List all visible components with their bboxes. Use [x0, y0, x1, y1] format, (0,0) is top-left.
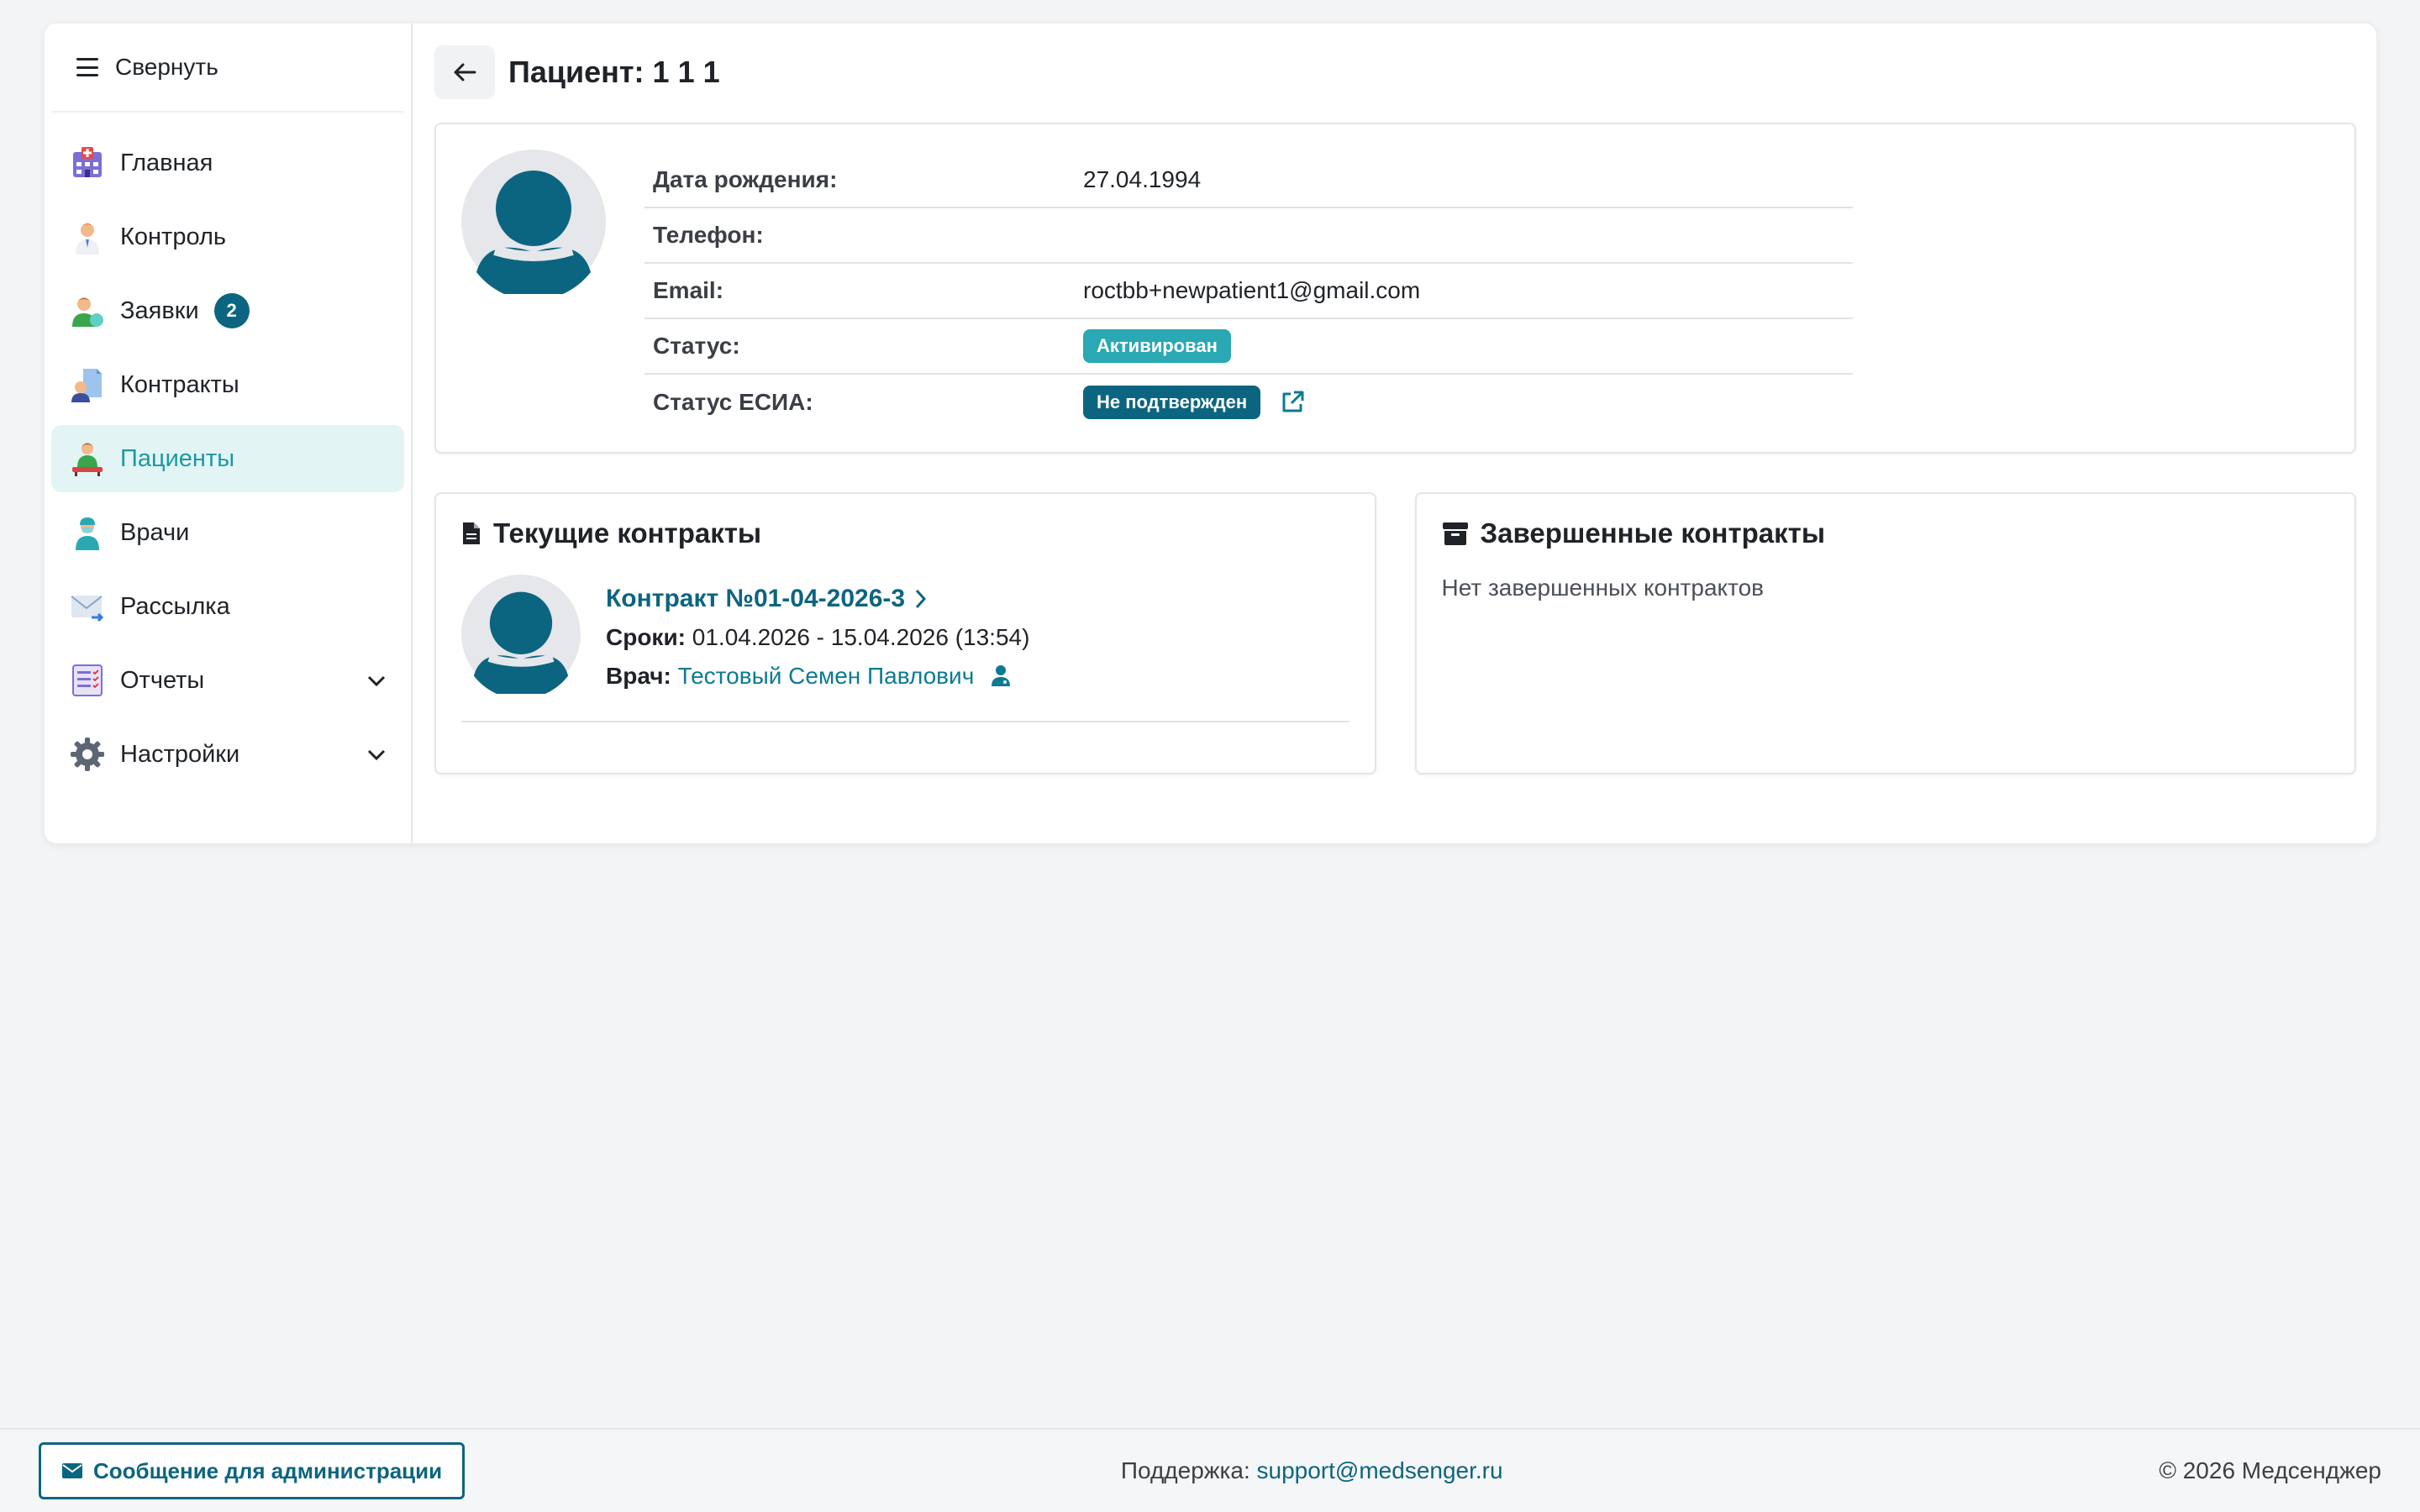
patient-icon: [72, 443, 103, 476]
page-title: Пациент: 1 1 1: [508, 55, 720, 89]
contract-info: Контракт №01-04-2026-3 Сроки: 01.04.2026…: [606, 580, 1029, 696]
contracts-row: Текущие контракты Контракт №01-04-2026-3: [434, 492, 2356, 774]
support-info: Поддержка: support@medsenger.ru: [1121, 1457, 1503, 1484]
sidebar-item-label: Отчеты: [120, 666, 205, 694]
birthdate-value: 27.04.1994: [1083, 166, 1202, 192]
current-contracts-title: Текущие контракты: [461, 517, 1349, 549]
finished-contracts-card: Завершенные контракты Нет завершенных ко…: [1414, 492, 2356, 774]
info-row-email: Email: roctbb+newpatient1@gmail.com: [644, 264, 1853, 319]
chevron-right-icon: [915, 589, 927, 609]
contract-item: Контракт №01-04-2026-3 Сроки: 01.04.2026…: [461, 575, 1349, 722]
sidebar-item-requests[interactable]: Заявки 2: [51, 277, 404, 344]
sidebar-item-reports[interactable]: Отчеты: [51, 647, 404, 714]
hospital-icon: [73, 147, 102, 177]
file-icon: [463, 522, 480, 544]
admin-message-label: Сообщение для администрации: [93, 1457, 443, 1483]
main-content: Пациент: 1 1 1 Дата рождения: 27.04.1994…: [413, 24, 2376, 843]
sidebar-item-mailing[interactable]: Рассылка: [51, 573, 404, 640]
info-row-phone: Телефон:: [644, 208, 1853, 264]
sidebar-item-label: Контракты: [120, 370, 239, 398]
arrow-left-icon: [454, 63, 476, 81]
finished-contracts-title: Завершенные контракты: [1442, 517, 2330, 549]
page-header: Пациент: 1 1 1: [434, 44, 2356, 101]
sidebar-item-home[interactable]: Главная: [51, 129, 404, 197]
sidebar-item-doctors[interactable]: Врачи: [51, 499, 404, 566]
sidebar-item-patients[interactable]: Пациенты: [51, 425, 404, 492]
terms-value: 01.04.2026 - 15.04.2026 (13:54): [692, 624, 1030, 650]
doctor-icon: [76, 223, 99, 255]
requests-icon: [72, 297, 103, 327]
email-value: roctbb+newpatient1@gmail.com: [1083, 277, 1421, 303]
info-row-esia: Статус ЕСИА: Не подтвержден: [644, 375, 1853, 430]
chevron-down-icon[interactable]: [366, 669, 387, 691]
status-value: Активирован: [1083, 328, 1231, 364]
sidebar-item-label: Пациенты: [120, 444, 235, 472]
terms-label: Сроки:: [606, 624, 686, 650]
back-button[interactable]: [434, 45, 495, 99]
contract-doctor: Врач: Тестовый Семен Павлович: [606, 657, 1029, 696]
status-badge: Активирован: [1083, 328, 1231, 364]
sidebar-item-label: Контроль: [120, 223, 226, 250]
support-label: Поддержка:: [1120, 1457, 1250, 1483]
external-link-icon[interactable]: [1279, 389, 1306, 416]
finished-contracts-title-text: Завершенные контракты: [1480, 517, 1826, 549]
info-row-status: Статус: Активирован: [644, 319, 1853, 375]
admin-message-button[interactable]: Сообщение для администрации: [39, 1442, 466, 1499]
contract-terms: Сроки: 01.04.2026 - 15.04.2026 (13:54): [606, 618, 1029, 657]
sidebar: Свернуть Главная Контроль Заявки 2 Контр…: [45, 24, 413, 843]
sidebar-item-label: Врачи: [120, 518, 190, 546]
info-label: Статус:: [653, 333, 740, 359]
support-email-link[interactable]: support@medsenger.ru: [1257, 1457, 1503, 1483]
esia-status-badge: Не подтвержден: [1083, 385, 1261, 420]
info-label: Телефон:: [653, 222, 764, 248]
contract-name: Контракт №01-04-2026-3: [606, 585, 906, 612]
info-label: Дата рождения:: [653, 166, 838, 192]
archive-icon: [1442, 522, 1468, 545]
contract-doc-icon: [71, 369, 102, 402]
collapse-label: Свернуть: [115, 54, 218, 80]
doctor-label: Врач:: [606, 663, 671, 689]
avatar: [461, 575, 581, 694]
medic-icon: [76, 517, 99, 550]
patient-info-card: Дата рождения: 27.04.1994 Телефон: Email…: [434, 123, 2356, 454]
avatar: [461, 150, 606, 294]
sidebar-item-contracts[interactable]: Контракты: [51, 351, 404, 418]
contract-link[interactable]: Контракт №01-04-2026-3: [606, 580, 1029, 618]
sidebar-item-label: Рассылка: [120, 592, 230, 620]
requests-count-badge: 2: [213, 293, 250, 328]
current-contracts-card: Текущие контракты Контракт №01-04-2026-3: [434, 492, 1376, 774]
copyright: © 2026 Медсенджер: [2159, 1457, 2381, 1483]
info-row-birthdate: Дата рождения: 27.04.1994: [644, 153, 1853, 208]
sidebar-item-label: Главная: [120, 149, 213, 176]
gear-icon: [71, 738, 104, 771]
mail-icon: [71, 596, 104, 622]
sidebar-item-label: Заявки: [120, 297, 199, 324]
collapse-button[interactable]: Свернуть: [51, 24, 404, 113]
sidebar-item-control[interactable]: Контроль: [51, 203, 404, 270]
chevron-down-icon[interactable]: [366, 743, 387, 765]
report-icon: [72, 664, 103, 696]
sidebar-nav: Главная Контроль Заявки 2 Контракты Паци…: [51, 129, 404, 788]
sidebar-item-settings[interactable]: Настройки: [51, 721, 404, 788]
patient-info-table: Дата рождения: 27.04.1994 Телефон: Email…: [644, 153, 1853, 427]
current-contracts-title-text: Текущие контракты: [493, 517, 762, 549]
esia-status-value: Не подтвержден: [1083, 385, 1306, 420]
info-label: Email:: [653, 277, 724, 303]
menu-icon: [76, 58, 98, 76]
doctor-user-icon: [992, 665, 1011, 686]
empty-state-text: Нет завершенных контрактов: [1441, 575, 1765, 601]
footer: Сообщение для администрации Поддержка: s…: [0, 1428, 2420, 1512]
sidebar-item-label: Настройки: [120, 740, 240, 768]
doctor-link[interactable]: Тестовый Семен Павлович: [678, 663, 975, 689]
app-frame: Свернуть Главная Контроль Заявки 2 Контр…: [45, 24, 2376, 843]
envelope-icon: [62, 1463, 82, 1478]
info-label: Статус ЕСИА:: [653, 389, 813, 415]
